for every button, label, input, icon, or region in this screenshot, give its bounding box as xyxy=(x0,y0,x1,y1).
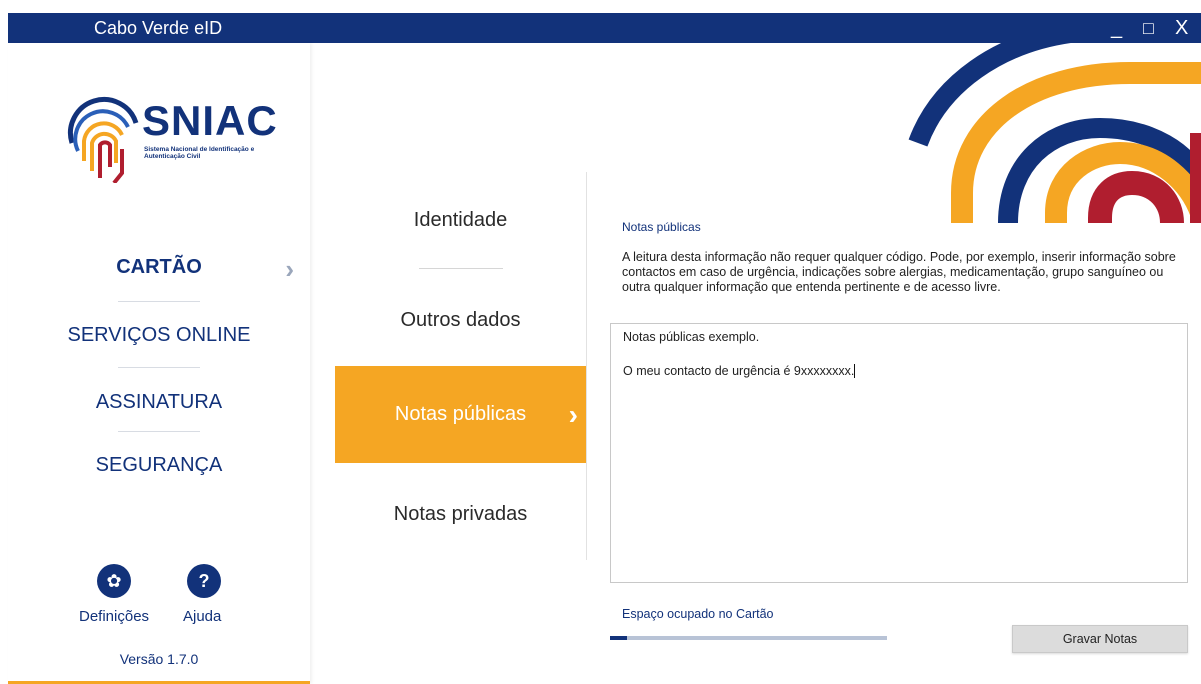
decorative-arcs-icon xyxy=(908,43,1201,223)
sidebar-item-label: SERVIÇOS ONLINE xyxy=(67,324,251,346)
tab-label: Outros dados xyxy=(400,309,521,331)
content-divider xyxy=(586,172,587,560)
sidebar-item-label: ASSINATURA xyxy=(95,391,223,413)
save-notes-button[interactable]: Gravar Notas xyxy=(1012,625,1188,653)
tab-notas-privadas[interactable]: Notas privadas xyxy=(335,466,586,563)
public-notes-textarea[interactable]: Notas públicas exemplo. O meu contacto d… xyxy=(610,323,1188,583)
logo-text: SNIAC xyxy=(142,97,278,144)
subnav-divider xyxy=(419,268,503,269)
tab-label: Notas privadas xyxy=(393,503,528,525)
tab-outros-dados[interactable]: Outros dados xyxy=(335,272,586,369)
version-label: Versão 1.7.0 xyxy=(119,651,199,667)
sidebar-divider xyxy=(118,367,200,368)
sidebar-item-seguranca[interactable]: SEGURANÇA xyxy=(8,454,310,477)
space-used-label: Espaço ocupado no Cartão xyxy=(622,607,774,621)
sidebar-item-cartao[interactable]: CARTÃO › xyxy=(8,254,310,284)
window-title: Cabo Verde eID xyxy=(94,18,223,38)
logo-subtitle: Sistema Nacional de Identificação e Aute… xyxy=(144,146,255,160)
settings-label[interactable]: Definições xyxy=(79,608,149,625)
sidebar-item-label: SEGURANÇA xyxy=(95,454,223,476)
space-progress-bar xyxy=(610,636,887,640)
space-progress-fill xyxy=(610,636,627,640)
tab-identidade[interactable]: Identidade xyxy=(335,172,586,269)
maximize-button[interactable]: □ xyxy=(1143,15,1154,41)
title-bar: Cabo Verde eID _ □ X xyxy=(8,13,1201,43)
help-label[interactable]: Ajuda xyxy=(183,608,221,625)
section-title: Notas públicas xyxy=(622,220,701,234)
sidebar: SNIAC Sistema Nacional de Identificação … xyxy=(8,43,310,684)
close-button[interactable]: X xyxy=(1175,15,1188,41)
sidebar-item-assinatura[interactable]: ASSINATURA xyxy=(8,391,310,414)
chevron-right-icon: › xyxy=(568,399,578,430)
sidebar-divider xyxy=(118,431,200,432)
notes-line: Notas públicas exemplo. xyxy=(623,330,760,344)
minimize-button[interactable]: _ xyxy=(1111,15,1122,41)
tab-label: Identidade xyxy=(413,209,508,231)
sidebar-divider xyxy=(118,301,200,302)
gear-icon[interactable]: ✿ xyxy=(97,564,131,598)
tab-label: Notas públicas xyxy=(394,403,527,425)
sidebar-item-servicos-online[interactable]: SERVIÇOS ONLINE xyxy=(8,324,310,347)
sidebar-item-label: CARTÃO xyxy=(116,256,202,278)
section-description: A leitura desta informação não requer qu… xyxy=(622,250,1176,294)
tab-notas-publicas[interactable]: Notas públicas › xyxy=(335,366,586,463)
notes-line: O meu contacto de urgência é 9xxxxxxxx. xyxy=(623,364,856,378)
sniac-logo: SNIAC Sistema Nacional de Identificação … xyxy=(66,83,277,193)
fingerprint-logo-icon xyxy=(67,96,139,183)
chevron-right-icon: › xyxy=(285,254,294,284)
question-icon[interactable]: ? xyxy=(187,564,221,598)
